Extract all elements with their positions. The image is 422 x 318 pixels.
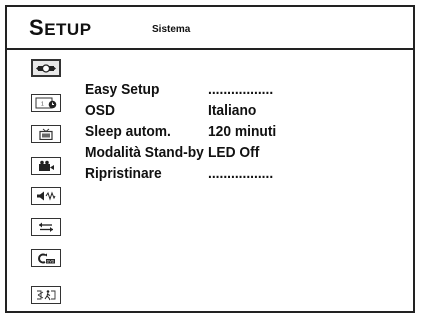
menu-item-value: Italiano: [208, 102, 257, 119]
audio-icon: [37, 191, 56, 201]
menu-item-sleep[interactable]: Sleep autom. 120 minuti: [85, 123, 365, 143]
connection-icon: [39, 222, 53, 232]
category-audio-button[interactable]: [31, 187, 61, 205]
menu-item-label: Ripristinare: [85, 165, 162, 182]
title-initial: S: [29, 15, 45, 40]
menu-item-standby[interactable]: Modalità Stand-by LED Off: [85, 144, 365, 164]
system-setup-icon: [36, 64, 56, 73]
category-tv-button[interactable]: [31, 125, 61, 143]
menu-item-easy-setup[interactable]: Easy Setup .................: [85, 81, 365, 101]
svg-text:DVD: DVD: [47, 260, 55, 264]
section-subtitle: Sistema: [152, 24, 191, 35]
menu-item-reset[interactable]: Ripristinare .................: [85, 165, 365, 185]
menu-item-label: Easy Setup: [85, 81, 160, 98]
menu-item-label: OSD: [85, 102, 115, 119]
header-bar: SETUP Sistema: [7, 7, 413, 50]
menu-item-value: 120 minuti: [208, 123, 277, 140]
category-camera-button[interactable]: [31, 157, 61, 175]
category-dvd-button[interactable]: DVD: [31, 249, 61, 267]
page-title: SETUP: [29, 15, 92, 41]
tv-icon: [39, 128, 53, 140]
category-system-button[interactable]: [31, 59, 61, 77]
timer-icon: 1: [35, 97, 57, 109]
category-timer-button[interactable]: 1: [31, 94, 61, 112]
dvd-icon: DVD: [38, 253, 55, 264]
exit-icon: [37, 290, 56, 301]
category-connection-button[interactable]: [31, 218, 61, 236]
menu-item-value: LED Off: [208, 144, 260, 161]
menu-item-value: .................: [208, 81, 274, 98]
menu-item-osd[interactable]: OSD Italiano: [85, 102, 365, 122]
exit-button[interactable]: [31, 286, 61, 304]
camera-icon: [39, 160, 54, 171]
svg-text:1: 1: [41, 102, 44, 108]
menu-item-label: Modalità Stand-by: [85, 144, 204, 161]
menu-item-label: Sleep autom.: [85, 123, 171, 140]
menu-item-value: .................: [208, 165, 274, 182]
setup-menu-frame: SETUP Sistema 1 DVD Easy Setup .........…: [5, 5, 415, 313]
title-rest: ETUP: [44, 20, 92, 39]
